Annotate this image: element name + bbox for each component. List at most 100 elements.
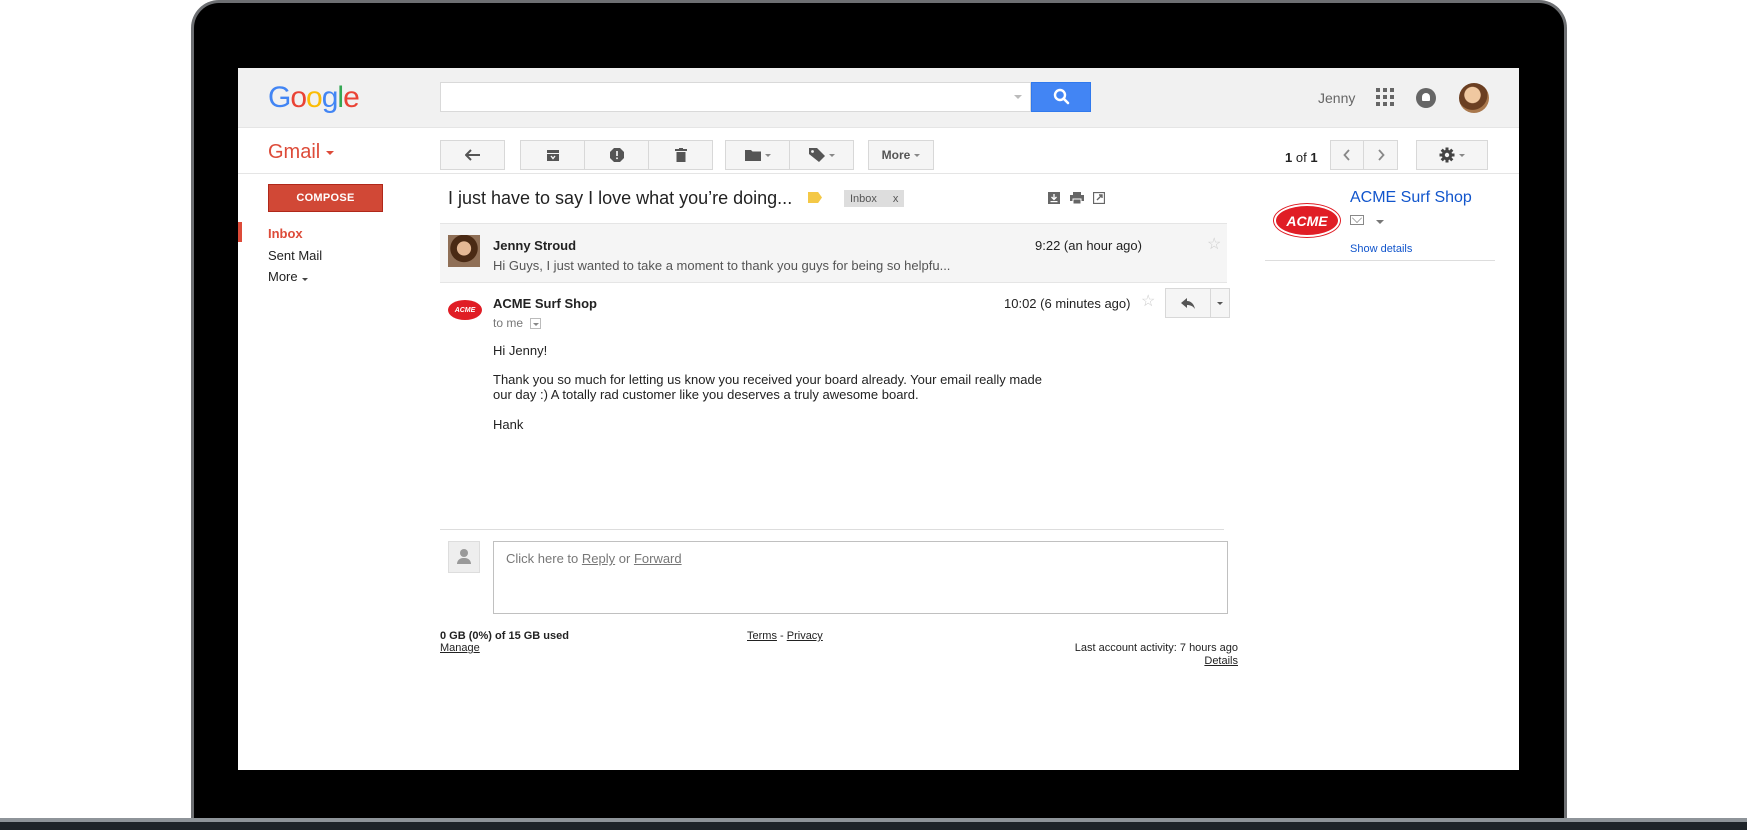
- print-icon[interactable]: [1070, 192, 1084, 204]
- sender-name: Jenny Stroud: [493, 238, 577, 253]
- search-input[interactable]: [441, 83, 1001, 111]
- active-nav-indicator: [238, 222, 242, 242]
- gmail-label: Gmail: [268, 141, 321, 163]
- terms-link[interactable]: Terms: [747, 630, 777, 642]
- more-reply-options-button[interactable]: [1211, 289, 1229, 317]
- reply-prompt-prefix: Click here to: [506, 551, 579, 566]
- thread-subject: I just have to say I love what you’re do…: [448, 188, 793, 208]
- gmail-menu[interactable]: Gmail: [268, 141, 335, 164]
- chevron-down-icon: [828, 153, 835, 157]
- move-to-button[interactable]: [726, 141, 790, 169]
- chevron-down-icon: [326, 150, 335, 155]
- pager-total: 1: [1310, 150, 1318, 165]
- more-actions-button[interactable]: More: [868, 140, 934, 170]
- more-actions-label: More: [881, 148, 911, 162]
- message-collapsed-jenny[interactable]: Jenny Stroud Hi Guys, I just wanted to t…: [440, 223, 1227, 283]
- manage-storage-link[interactable]: Manage: [440, 642, 480, 654]
- organize-button-group: [725, 140, 854, 170]
- action-button-group: [520, 140, 713, 170]
- sender-avatar: [448, 235, 480, 267]
- pager-current: 1: [1285, 150, 1293, 165]
- reply-prompt-or: or: [618, 551, 631, 566]
- search-button[interactable]: [1031, 82, 1091, 112]
- body-line-2: our day :) A totally rad customer like y…: [493, 387, 919, 402]
- download-icon[interactable]: [1048, 192, 1060, 204]
- labels-button[interactable]: [790, 141, 853, 169]
- sender-avatar: ACME: [448, 300, 482, 320]
- compose-button[interactable]: COMPOSE: [268, 184, 383, 212]
- user-name[interactable]: Jenny: [1318, 90, 1355, 106]
- gmail-screen: Google Jenny Gmail More 1 of 1 COMPOSE I…: [238, 68, 1519, 770]
- body-line-1: Thank you so much for letting us know yo…: [493, 372, 1042, 387]
- pager-of: of: [1295, 150, 1307, 165]
- inbox-label-chip: Inbox x: [844, 190, 905, 207]
- person-icon: [448, 541, 480, 573]
- activity-details-link[interactable]: Details: [1053, 655, 1238, 667]
- apps-icon[interactable]: [1376, 88, 1394, 106]
- back-button[interactable]: [440, 140, 505, 170]
- show-details-link[interactable]: Show details: [1350, 243, 1412, 255]
- chevron-right-icon: [1377, 149, 1385, 161]
- toolbar: Gmail More 1 of 1: [238, 128, 1519, 174]
- top-header: Google Jenny: [238, 68, 1519, 128]
- chevron-down-icon: [914, 153, 921, 157]
- google-logo[interactable]: Google: [268, 81, 360, 115]
- show-details-dropdown[interactable]: [530, 318, 542, 330]
- remove-label-button[interactable]: x: [893, 193, 899, 205]
- new-window-icon[interactable]: [1093, 192, 1105, 204]
- archive-button[interactable]: [521, 141, 585, 169]
- chevron-down-icon[interactable]: [1376, 220, 1384, 224]
- recipients-label: to me: [493, 316, 524, 330]
- body-greeting: Hi Jenny!: [493, 343, 548, 358]
- older-button[interactable]: [1364, 141, 1397, 169]
- folder-icon: [744, 150, 761, 161]
- notifications-icon[interactable]: [1416, 88, 1436, 108]
- delete-button[interactable]: [649, 141, 712, 169]
- privacy-link[interactable]: Privacy: [787, 630, 823, 642]
- reply-link[interactable]: Reply: [582, 551, 615, 566]
- message-snippet: Hi Guys, I just wanted to take a moment …: [493, 258, 951, 273]
- message-time: 9:22 (an hour ago): [1035, 238, 1142, 253]
- reply-button[interactable]: [1166, 289, 1211, 317]
- mail-icon[interactable]: [1350, 215, 1364, 225]
- nav-item-inbox[interactable]: Inbox: [268, 226, 303, 241]
- footer-links: Terms - Privacy: [747, 630, 823, 642]
- chevron-down-icon: [1217, 301, 1223, 305]
- storage-usage: 0 GB (0%) of 15 GB used: [440, 630, 569, 642]
- reply-button-group: [1165, 288, 1230, 318]
- forward-link[interactable]: Forward: [634, 551, 682, 566]
- sender-name: ACME Surf Shop: [493, 296, 597, 311]
- recipients-line: to me: [493, 316, 542, 330]
- reply-icon: [1181, 297, 1195, 309]
- nav-item-sent-mail[interactable]: Sent Mail: [268, 248, 322, 263]
- message-divider: [440, 529, 1224, 530]
- laptop-base-edge: [0, 822, 1747, 830]
- search-box: [440, 82, 1031, 112]
- star-icon[interactable]: ☆: [1141, 291, 1155, 311]
- contact-name[interactable]: ACME Surf Shop: [1350, 189, 1472, 207]
- chevron-down-icon: [301, 278, 308, 281]
- settings-button[interactable]: [1416, 140, 1488, 170]
- report-spam-button[interactable]: [585, 141, 649, 169]
- star-icon[interactable]: ☆: [1207, 234, 1221, 254]
- search-icon: [1053, 88, 1070, 105]
- trash-icon: [674, 148, 687, 162]
- message-time: 10:02 (6 minutes ago): [1004, 296, 1131, 311]
- body-signature: Hank: [493, 417, 524, 432]
- chevron-left-icon: [1343, 149, 1350, 161]
- reply-box[interactable]: Click here to Reply or Forward: [493, 541, 1228, 614]
- contact-logo: ACME: [1274, 204, 1340, 237]
- inbox-chip-label[interactable]: Inbox: [850, 193, 877, 205]
- importance-label-icon[interactable]: [808, 192, 822, 203]
- account-avatar[interactable]: [1459, 83, 1489, 113]
- report-spam-icon: [609, 148, 624, 162]
- nav-item-more[interactable]: More: [268, 269, 308, 284]
- account-activity: Last account activity: 7 hours ago: [1074, 642, 1238, 654]
- chevron-down-icon: [1459, 153, 1465, 157]
- nav-more-label: More: [268, 269, 298, 284]
- archive-icon: [546, 149, 559, 161]
- newer-button[interactable]: [1331, 141, 1364, 169]
- contact-divider: [1265, 260, 1495, 261]
- search-options-caret-icon[interactable]: [1014, 95, 1022, 99]
- back-arrow-icon: [464, 149, 480, 161]
